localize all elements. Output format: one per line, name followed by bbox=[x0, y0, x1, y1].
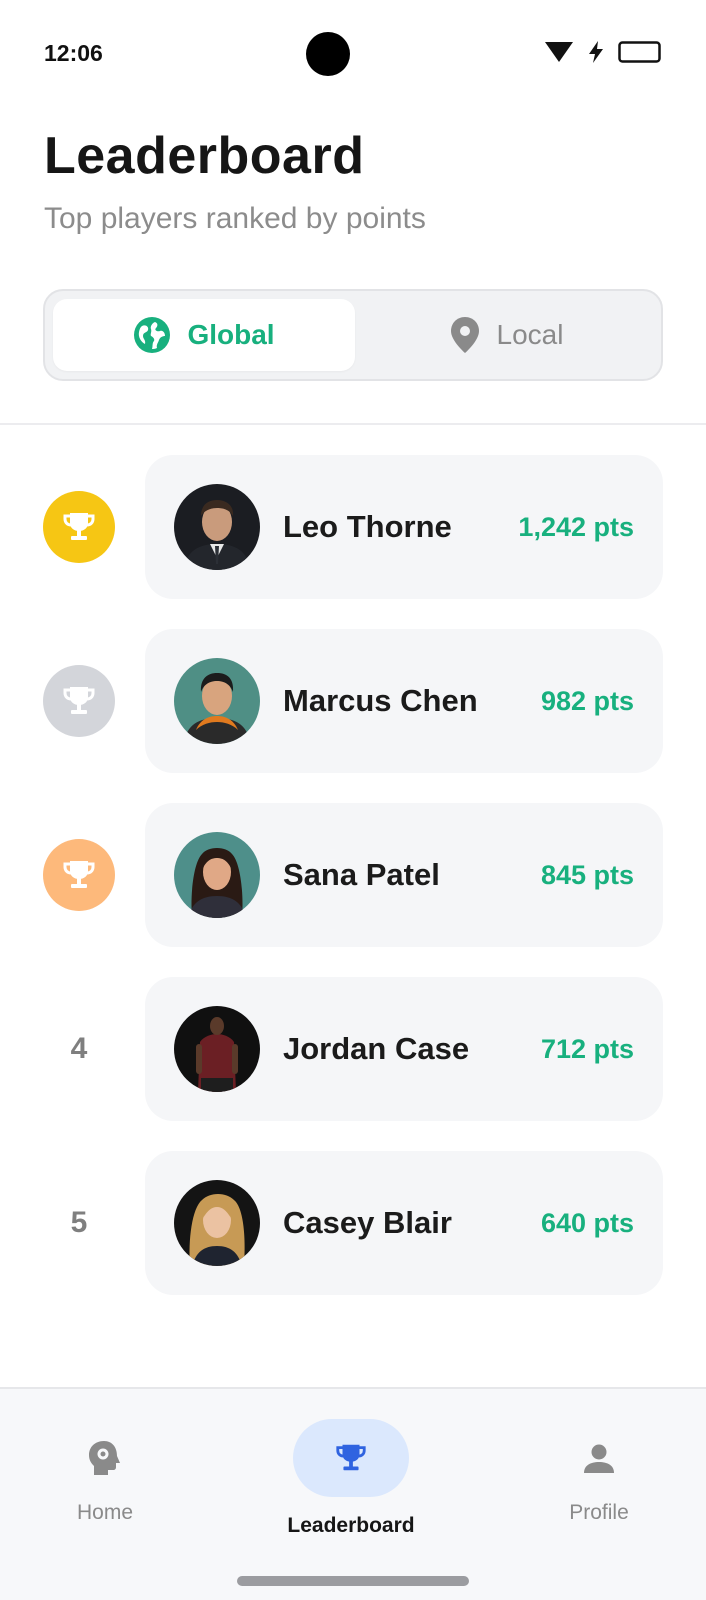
rank-badge-bronze bbox=[43, 839, 115, 911]
player-name: Sana Patel bbox=[283, 857, 440, 892]
rank-number: 5 bbox=[70, 1206, 88, 1239]
brain-gear-icon bbox=[89, 1441, 120, 1475]
player-points: 845 pts bbox=[540, 860, 634, 890]
player-card[interactable]: Marcus Chen 982 pts bbox=[145, 629, 663, 773]
player-name: Marcus Chen bbox=[283, 683, 478, 718]
nav-label-leaderboard: Leaderboard bbox=[287, 1514, 415, 1537]
nav-item-profile[interactable]: Profile bbox=[499, 1389, 699, 1525]
battery-icon bbox=[618, 41, 661, 63]
page-subtitle: Top players ranked by points bbox=[44, 202, 426, 235]
nav-home-icon-wrap bbox=[47, 1419, 163, 1497]
player-name: Leo Thorne bbox=[283, 509, 452, 544]
player-name: Casey Blair bbox=[283, 1205, 452, 1240]
status-bar: 12:06 bbox=[0, 0, 706, 108]
page-title: Leaderboard bbox=[44, 127, 365, 185]
player-points: 640 pts bbox=[540, 1208, 634, 1238]
player-card[interactable]: Casey Blair 640 pts bbox=[145, 1151, 663, 1295]
tab-global-label: Global bbox=[187, 319, 275, 350]
nav-item-leaderboard[interactable]: Leaderboard bbox=[251, 1389, 451, 1538]
charging-icon bbox=[589, 41, 603, 63]
tab-global[interactable]: Global bbox=[53, 299, 355, 371]
player-avatar bbox=[174, 658, 260, 744]
player-avatar bbox=[174, 1180, 260, 1266]
player-avatar bbox=[174, 1006, 260, 1092]
status-time: 12:06 bbox=[44, 40, 103, 66]
trophy-icon bbox=[63, 861, 95, 888]
player-card[interactable]: Jordan Case 712 pts bbox=[145, 977, 663, 1121]
player-avatar bbox=[174, 484, 260, 570]
player-card[interactable]: Leo Thorne 1,242 pts bbox=[145, 455, 663, 599]
wifi-icon bbox=[545, 42, 573, 62]
trophy-icon bbox=[63, 513, 95, 540]
home-indicator[interactable] bbox=[237, 1576, 469, 1586]
rank-badge-gold bbox=[43, 491, 115, 563]
tab-local[interactable]: Local bbox=[361, 299, 651, 371]
player-name: Jordan Case bbox=[283, 1031, 470, 1066]
status-icons bbox=[544, 40, 662, 64]
globe-icon bbox=[134, 317, 171, 353]
nav-item-home[interactable]: Home bbox=[5, 1389, 205, 1525]
tab-local-label: Local bbox=[496, 319, 564, 350]
player-points: 982 pts bbox=[540, 686, 634, 716]
trophy-icon bbox=[336, 1444, 366, 1471]
nav-profile-icon-wrap bbox=[541, 1419, 657, 1497]
rank-badge-silver bbox=[43, 665, 115, 737]
scope-toggle: Global Local bbox=[43, 289, 663, 381]
player-avatar bbox=[174, 832, 260, 918]
trophy-icon bbox=[63, 687, 95, 714]
nav-label-home: Home bbox=[76, 1501, 134, 1524]
camera-cutout bbox=[306, 32, 350, 76]
nav-label-profile: Profile bbox=[569, 1501, 629, 1524]
bottom-nav: Home Leaderboard Profile bbox=[0, 1387, 706, 1600]
header-divider bbox=[0, 423, 706, 425]
person-icon bbox=[584, 1444, 614, 1473]
location-pin-icon bbox=[450, 317, 479, 353]
player-card[interactable]: Sana Patel 845 pts bbox=[145, 803, 663, 947]
player-points: 1,242 pts bbox=[518, 512, 634, 542]
rank-number: 4 bbox=[70, 1032, 88, 1065]
nav-leaderboard-icon-wrap bbox=[293, 1419, 409, 1497]
player-points: 712 pts bbox=[540, 1034, 634, 1064]
